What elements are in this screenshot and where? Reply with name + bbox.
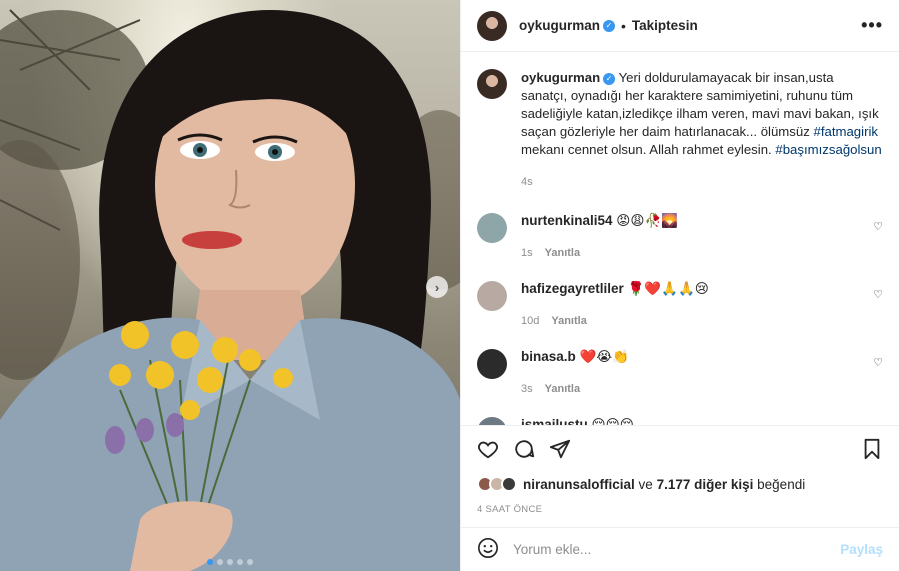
carousel-dot	[237, 559, 243, 565]
likes-connector: ve	[638, 476, 653, 492]
author-username[interactable]: oykugurman	[519, 18, 600, 33]
comment-time: 10d	[521, 315, 540, 327]
caption-text-2: mekanı cennet olsun. Allah rahmet eylesi…	[521, 142, 772, 157]
reply-button[interactable]: Yanıtla	[551, 315, 586, 327]
reply-button[interactable]: Yanıtla	[545, 383, 580, 395]
comment-item: ismailustu 😔😔😔 ♡	[477, 417, 883, 425]
carousel-dot	[217, 559, 223, 565]
comment-item: nurtenkinali54 😡😩🥀🌄 1s Yanıtla ♡	[477, 213, 883, 259]
comment-text: ❤️😭👏	[579, 349, 629, 364]
instagram-post: › oykugurman ✓ • Takiptesin ••• oykugurm…	[0, 0, 899, 571]
comment-item: binasa.b ❤️😭👏 3s Yanıtla ♡	[477, 349, 883, 395]
comment-body: ismailustu 😔😔😔	[521, 417, 634, 425]
caption-time: 4s	[521, 176, 533, 188]
hashtag-link[interactable]: #fatmagirik	[813, 124, 878, 139]
comment-text: 🌹❤️🙏🙏😢	[627, 281, 709, 296]
comment-text: 😡😩🥀🌄	[616, 213, 679, 228]
comment-time: 3s	[521, 383, 533, 395]
post-actions-area: niranunsalofficial ve 7.177 diğer kişi b…	[461, 425, 899, 515]
commenter-avatar[interactable]	[477, 417, 507, 425]
caption-body: oykugurman ✓ Yeri doldurulamayacak bir in…	[521, 69, 883, 191]
comment-meta: 3s Yanıtla	[521, 383, 629, 395]
heart-outline-icon[interactable]: ♡	[873, 288, 883, 301]
emoji-icon[interactable]	[477, 537, 499, 562]
add-comment-bar: Paylaş	[461, 527, 899, 571]
share-send-icon[interactable]	[549, 438, 571, 460]
lips	[182, 231, 242, 249]
commenter-username[interactable]: ismailustu	[521, 417, 588, 425]
bookmark-save-icon[interactable]	[861, 438, 883, 460]
commenter-avatar[interactable]	[477, 213, 507, 243]
comment-meta: 1s Yanıtla	[521, 247, 678, 259]
caption-avatar[interactable]	[477, 69, 507, 99]
comment-body: hafizegayretliler 🌹❤️🙏🙏😢 10d Yanıtla	[521, 281, 709, 327]
comment-text: 😔😔😔	[591, 417, 634, 425]
heart-outline-icon[interactable]: ♡	[873, 356, 883, 369]
comment-meta: 10d Yanıtla	[521, 315, 709, 327]
post-header: oykugurman ✓ • Takiptesin •••	[461, 0, 899, 52]
post-caption: oykugurman ✓ Yeri doldurulamayacak bir in…	[477, 69, 883, 191]
reply-button[interactable]: Yanıtla	[545, 247, 580, 259]
portrait-illustration	[0, 9, 460, 571]
separator-dot: •	[621, 17, 626, 34]
verified-badge-icon: ✓	[603, 19, 616, 32]
liker-username[interactable]: niranunsalofficial	[523, 477, 635, 492]
carousel-next-button[interactable]: ›	[426, 276, 448, 298]
carousel-dot	[227, 559, 233, 565]
heart-outline-icon[interactable]: ♡	[873, 220, 883, 233]
commenter-username[interactable]: hafizegayretliler	[521, 281, 624, 296]
commenter-username[interactable]: nurtenkinali54	[521, 213, 613, 228]
comment-body: nurtenkinali54 😡😩🥀🌄 1s Yanıtla	[521, 213, 678, 259]
commenter-avatar[interactable]	[477, 349, 507, 379]
carousel-dot	[207, 559, 213, 565]
likes-others-link[interactable]: 7.177 diğer kişi	[657, 477, 754, 492]
more-options-icon[interactable]: •••	[861, 15, 883, 36]
action-bar	[461, 426, 899, 472]
hashtag-link[interactable]: #başımızsağolsun	[775, 142, 881, 157]
carousel-indicator	[0, 559, 460, 565]
comments-section[interactable]: oykugurman ✓ Yeri doldurulamayacak bir in…	[461, 53, 899, 425]
comment-bubble-icon[interactable]	[513, 438, 535, 460]
follow-status-button[interactable]: Takiptesin	[632, 18, 698, 33]
verified-badge-icon: ✓	[603, 72, 616, 85]
post-comment-button[interactable]: Paylaş	[840, 542, 883, 557]
comment-input[interactable]	[513, 542, 841, 557]
author-avatar[interactable]	[477, 10, 507, 41]
post-side-panel: oykugurman ✓ • Takiptesin ••• oykugurman…	[460, 0, 899, 571]
commenter-avatar[interactable]	[477, 281, 507, 311]
post-timestamp: 4 SAAT ÖNCE	[477, 504, 543, 515]
like-heart-icon[interactable]	[477, 438, 499, 460]
liker-avatars	[477, 476, 517, 492]
comment-body: binasa.b ❤️😭👏 3s Yanıtla	[521, 349, 629, 395]
likes-suffix: beğendi	[757, 476, 806, 492]
post-photo[interactable]: ›	[0, 0, 460, 571]
carousel-dot	[247, 559, 253, 565]
likes-summary: niranunsalofficial ve 7.177 diğer kişi b…	[461, 472, 899, 496]
comment-time: 1s	[521, 247, 533, 259]
chevron-right-icon: ›	[434, 279, 440, 295]
comment-item: hafizegayretliler 🌹❤️🙏🙏😢 10d Yanıtla ♡	[477, 281, 883, 327]
commenter-username[interactable]: binasa.b	[521, 349, 576, 364]
caption-username[interactable]: oykugurman	[521, 70, 600, 85]
